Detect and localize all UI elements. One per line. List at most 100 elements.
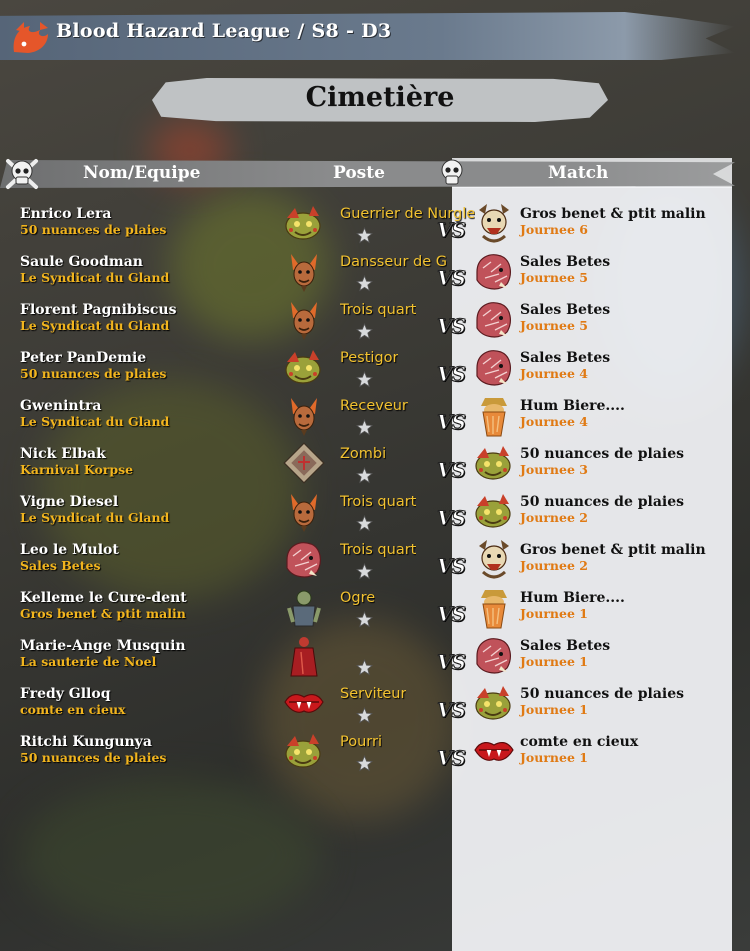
skull-crossbones-icon <box>6 159 38 189</box>
vs-label: VS <box>437 746 467 771</box>
nurgle-icon <box>281 200 327 246</box>
match-day: Journee 5 <box>520 318 588 333</box>
player-team[interactable]: 50 nuances de plaies <box>20 366 166 381</box>
star-icon[interactable] <box>355 226 374 244</box>
opponent-team[interactable]: Sales Betes <box>520 350 610 366</box>
player-team[interactable]: Le Syndicat du Gland <box>20 510 169 525</box>
player-name[interactable]: Fredy Glloq <box>20 686 111 702</box>
table-row[interactable]: Saule Goodman Le Syndicat du Gland Dansseu… <box>0 254 735 302</box>
vs-label: VS <box>437 650 467 675</box>
player-position: Ogre <box>340 590 376 606</box>
table-row[interactable]: Nick Elbak Karnival Korpse Zombi VS 50 nuanc… <box>0 442 735 494</box>
match-day: Journee 6 <box>520 222 588 237</box>
chaos-beast-icon <box>471 632 517 678</box>
opponent-team[interactable]: comte en cieux <box>520 734 638 750</box>
star-icon[interactable] <box>355 514 374 532</box>
player-name[interactable]: Florent Pagnibiscus <box>20 302 176 318</box>
player-team[interactable]: 50 nuances de plaies <box>20 750 166 765</box>
star-icon[interactable] <box>355 706 374 724</box>
player-team[interactable]: comte en cieux <box>20 702 126 717</box>
player-name[interactable]: Vigne Diesel <box>20 494 118 510</box>
ogre-chief-icon <box>471 200 517 246</box>
opponent-team[interactable]: Sales Betes <box>520 254 610 270</box>
league-logo-icon <box>13 22 49 53</box>
player-team[interactable]: Gros benet & ptit malin <box>20 606 186 621</box>
star-icon[interactable] <box>355 754 374 772</box>
opponent-team[interactable]: Gros benet & ptit malin <box>520 206 706 222</box>
opponent-team[interactable]: 50 nuances de plaies <box>520 686 684 702</box>
player-position: Trois quart <box>340 494 417 510</box>
chaos-beast-icon <box>471 296 517 342</box>
player-name[interactable]: Enrico Lera <box>20 206 111 222</box>
opponent-team[interactable]: Sales Betes <box>520 302 610 318</box>
nurgle-icon <box>281 344 327 390</box>
star-icon[interactable] <box>355 418 374 436</box>
star-icon[interactable] <box>355 466 374 484</box>
player-name[interactable]: Nick Elbak <box>20 446 106 462</box>
opponent-team[interactable]: Hum Biere.... <box>520 590 625 606</box>
player-position: Serviteur <box>340 686 407 702</box>
vs-label: VS <box>437 698 467 723</box>
nurgle-icon <box>471 440 517 486</box>
opponent-team[interactable]: 50 nuances de plaies <box>520 494 684 510</box>
star-icon[interactable] <box>355 610 374 628</box>
star-icon[interactable] <box>355 370 374 388</box>
match-day: Journee 1 <box>520 750 588 765</box>
player-name[interactable]: Gwenintra <box>20 398 102 414</box>
column-header-name: Nom/Equipe <box>83 163 201 183</box>
player-name[interactable]: Marie-Ange Musquin <box>20 638 186 654</box>
player-name[interactable]: Saule Goodman <box>20 254 143 270</box>
vs-label: VS <box>437 362 467 387</box>
league-title: Blood Hazard League / S8 - D3 <box>56 20 392 42</box>
ogre-icon <box>281 584 327 630</box>
player-position: Dansseur de G <box>340 254 448 270</box>
star-icon[interactable] <box>355 322 374 340</box>
table-row[interactable]: Ritchi Kungunya 50 nuances de plaies Pourr… <box>0 734 735 782</box>
table-row[interactable]: Gwenintra Le Syndicat du Gland Receveur VS H… <box>0 398 735 446</box>
undead-icon <box>281 440 327 486</box>
table-row[interactable]: Florent Pagnibiscus Le Syndicat du Gland T… <box>0 302 735 350</box>
vs-label: VS <box>437 602 467 627</box>
table-row[interactable]: Fredy Glloq comte en cieux Serviteur VS 50 n… <box>0 686 735 734</box>
player-name[interactable]: Peter PanDemie <box>20 350 146 366</box>
player-team[interactable]: Karnival Korpse <box>20 462 133 477</box>
match-day: Journee 4 <box>520 366 588 381</box>
column-header-match: Match <box>548 163 609 183</box>
player-name[interactable]: Ritchi Kungunya <box>20 734 152 750</box>
star-icon[interactable] <box>355 562 374 580</box>
table-row[interactable]: Leo le Mulot Sales Betes Trois quart VS Gros… <box>0 540 735 590</box>
skull-icon <box>441 159 463 185</box>
table-row[interactable]: Kelleme le Cure-dent Gros benet & ptit ma… <box>0 590 735 638</box>
table-row[interactable]: Peter PanDemie 50 nuances de plaies Pestig… <box>0 350 735 398</box>
player-position: Pestigor <box>340 350 399 366</box>
player-team[interactable]: Le Syndicat du Gland <box>20 414 169 429</box>
player-position: Trois quart <box>340 542 417 558</box>
chaos-beast-icon <box>471 248 517 294</box>
vs-label: VS <box>437 506 467 531</box>
column-header-position: Poste <box>333 163 385 183</box>
table-row[interactable]: Marie-Ange Musquin La sauterie de Noel VS S… <box>0 637 735 686</box>
opponent-team[interactable]: Sales Betes <box>520 638 610 654</box>
halfling-icon <box>281 248 327 294</box>
chaos-beast-icon <box>281 536 327 582</box>
opponent-team[interactable]: Hum Biere.... <box>520 398 625 414</box>
ogre-chief-icon <box>471 536 517 582</box>
dwarf-icon <box>471 584 517 630</box>
star-icon[interactable] <box>355 274 374 292</box>
player-name[interactable]: Kelleme le Cure-dent <box>20 590 187 606</box>
opponent-team[interactable]: 50 nuances de plaies <box>520 446 684 462</box>
halfling-icon <box>281 488 327 534</box>
player-team[interactable]: Le Syndicat du Gland <box>20 270 169 285</box>
player-team[interactable]: Le Syndicat du Gland <box>20 318 169 333</box>
player-position: Receveur <box>340 398 408 414</box>
vs-label: VS <box>437 218 467 243</box>
player-name[interactable]: Leo le Mulot <box>20 542 119 558</box>
player-team[interactable]: Sales Betes <box>20 558 101 573</box>
opponent-team[interactable]: Gros benet & ptit malin <box>520 542 706 558</box>
player-team[interactable]: La sauterie de Noel <box>20 654 156 669</box>
player-team[interactable]: 50 nuances de plaies <box>20 222 166 237</box>
table-row[interactable]: Vigne Diesel Le Syndicat du Gland Trois qu… <box>0 494 735 542</box>
table-row[interactable]: Enrico Lera 50 nuances de plaies Guerrier … <box>0 204 735 254</box>
star-icon[interactable] <box>355 658 374 676</box>
match-day: Journee 1 <box>520 606 588 621</box>
